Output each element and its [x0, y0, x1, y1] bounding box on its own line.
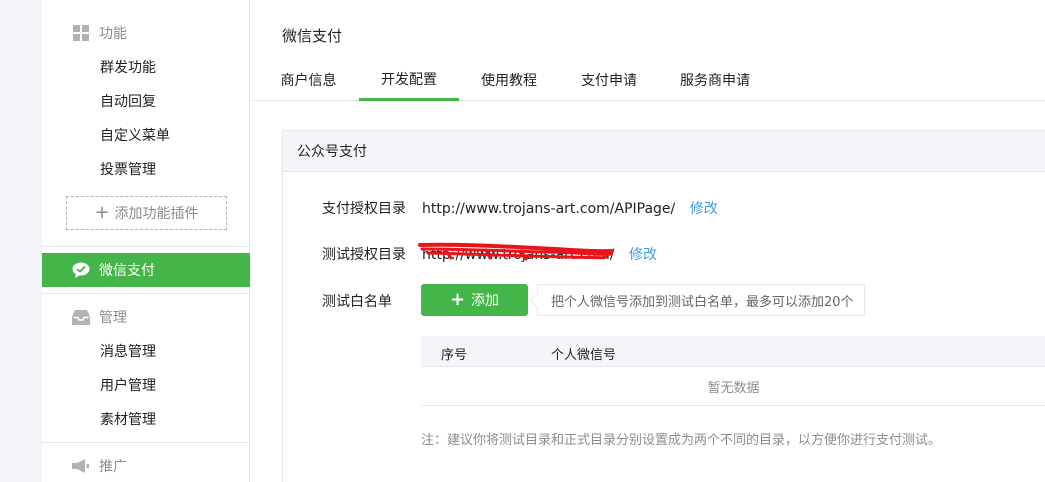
sidebar-item-mass-send[interactable]: 群发功能 — [100, 55, 156, 79]
tab-pay-apply[interactable]: 支付申请 — [569, 59, 649, 101]
active-item-label: 微信支付 — [99, 263, 155, 279]
pay-dir-value: http://www.trojans-art.com/APIPage/ — [422, 201, 676, 217]
whitelist-empty-state: 暂无数据 — [421, 367, 1045, 406]
sidebar-item-auto-reply[interactable]: 自动回复 — [100, 89, 156, 113]
config-note: 注：建议你将测试目录和正式目录分别设置成为两个不同的目录，以方便你进行支付测试。 — [421, 433, 942, 448]
sidebar-item-custom-menu[interactable]: 自定义菜单 — [100, 123, 170, 147]
sidebar: 功能 群发功能 自动回复 自定义菜单 投票管理 + 添加功能插件 微信支付 管理… — [42, 0, 250, 482]
sidebar-group-label: 推广 — [99, 459, 127, 475]
main-content: 微信支付 商户信息 开发配置 使用教程 支付申请 服务商申请 公众号支付 支付授… — [251, 0, 1045, 482]
sidebar-item-message-manage[interactable]: 消息管理 — [100, 339, 156, 363]
sidebar-group-label: 功能 — [99, 26, 127, 42]
add-button-label: 添加 — [471, 293, 500, 309]
megaphone-icon — [72, 457, 90, 475]
redaction-scribble — [418, 242, 614, 261]
whitelist-label: 测试白名单 — [322, 294, 392, 310]
whitelist-hint-tooltip: 把个人微信号添加到测试白名单，最多可以添加20个 — [537, 284, 865, 316]
sidebar-item-vote-manage[interactable]: 投票管理 — [100, 157, 156, 181]
tab-merchant-info[interactable]: 商户信息 — [270, 59, 347, 101]
column-index: 序号 — [441, 348, 468, 363]
sidebar-item-user-manage[interactable]: 用户管理 — [100, 373, 156, 397]
test-dir-edit-link[interactable]: 修改 — [629, 247, 657, 263]
column-wechat-id: 个人微信号 — [551, 348, 617, 363]
left-gutter — [0, 0, 42, 482]
sidebar-group-promote: 推广 — [72, 454, 127, 478]
grid-icon — [72, 24, 90, 42]
pay-dir-edit-link[interactable]: 修改 — [690, 201, 718, 217]
tab-bar: 商户信息 开发配置 使用教程 支付申请 服务商申请 — [251, 59, 1045, 101]
wechat-pay-icon — [72, 261, 90, 279]
sidebar-group-functions: 功能 — [72, 21, 127, 45]
sidebar-group-label: 管理 — [99, 310, 127, 326]
sidebar-item-wechat-pay[interactable]: 微信支付 — [42, 253, 250, 287]
test-dir-label: 测试授权目录 — [322, 247, 406, 263]
sidebar-divider — [42, 293, 250, 294]
pay-dir-row: http://www.trojans-art.com/APIPage/ 修改 — [422, 198, 718, 218]
inbox-icon — [72, 308, 90, 326]
sidebar-divider — [42, 442, 250, 443]
page-title: 微信支付 — [282, 27, 343, 45]
panel-heading: 公众号支付 — [283, 131, 1045, 172]
tab-provider-apply[interactable]: 服务商申请 — [672, 59, 758, 101]
plus-icon: + — [449, 289, 466, 310]
tab-tutorial[interactable]: 使用教程 — [471, 59, 547, 101]
jsapi-pay-panel: 公众号支付 支付授权目录 http://www.trojans-art.com/… — [282, 130, 1045, 482]
add-plugin-label: 添加功能插件 — [114, 206, 199, 222]
add-plugin-button[interactable]: + 添加功能插件 — [66, 196, 227, 230]
plus-icon: + — [94, 202, 110, 223]
whitelist-table-header: 序号 个人微信号 — [421, 336, 1045, 367]
add-whitelist-button[interactable]: + 添加 — [421, 284, 528, 316]
tab-dev-config[interactable]: 开发配置 — [359, 59, 459, 101]
sidebar-divider — [42, 246, 250, 247]
sidebar-item-material-manage[interactable]: 素材管理 — [100, 407, 156, 431]
pay-dir-label: 支付授权目录 — [322, 201, 406, 217]
sidebar-group-manage: 管理 — [72, 305, 127, 329]
